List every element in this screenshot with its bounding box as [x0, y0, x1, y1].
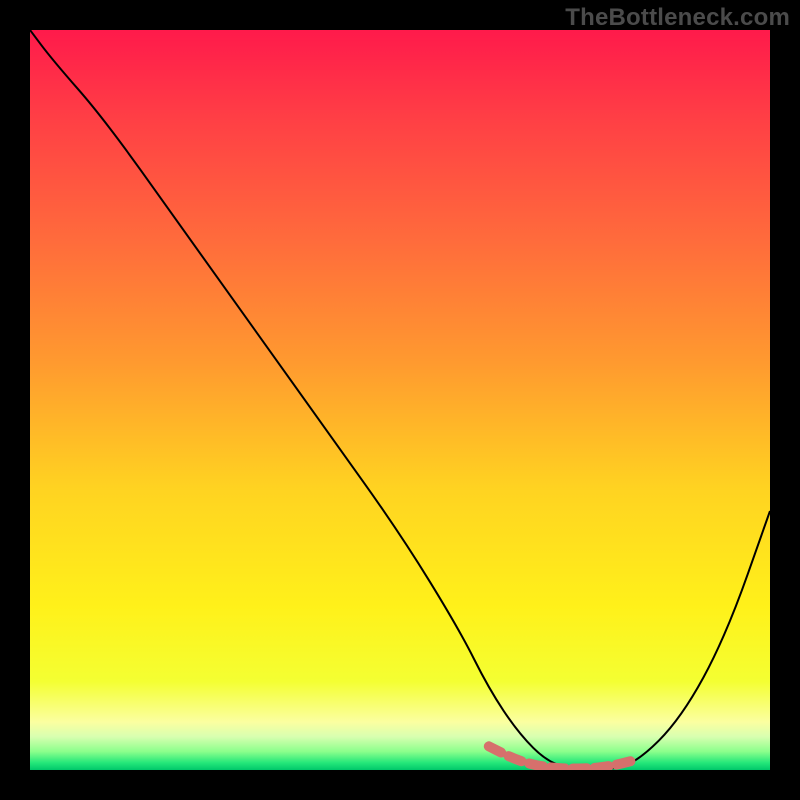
plot-area: [30, 30, 770, 770]
chart-svg: [30, 30, 770, 770]
gradient-background: [30, 30, 770, 770]
chart-container: TheBottleneck.com: [0, 0, 800, 800]
watermark-text: TheBottleneck.com: [565, 4, 790, 32]
